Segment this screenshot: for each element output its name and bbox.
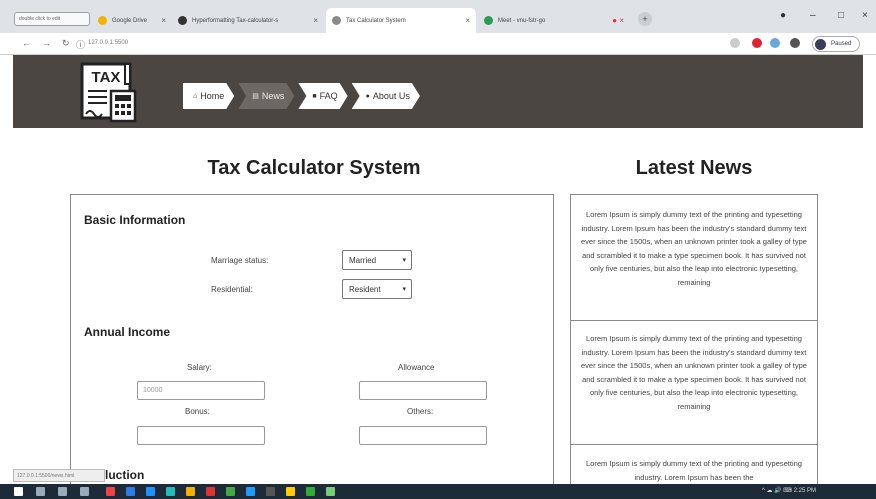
nav-home[interactable]: ⌂ Home <box>183 83 234 109</box>
app-icon[interactable] <box>266 487 275 496</box>
tab-search-box[interactable]: double click to edit <box>14 12 90 26</box>
chevron-down-icon: ▾ <box>402 257 406 264</box>
others-input[interactable] <box>359 426 487 445</box>
app-icon[interactable] <box>126 487 135 496</box>
deduction-heading-partial: luction <box>105 468 145 482</box>
tab-label: Meet - vnu-fstr-go <box>498 17 546 24</box>
new-tab-button[interactable]: + <box>638 12 652 26</box>
nav-label: About Us <box>372 91 410 101</box>
residential-label: Residential: <box>211 285 253 294</box>
basic-info-heading: Basic Information <box>84 213 186 227</box>
breadcrumb-nav: ⌂ Home ▤ News ■ FAQ ● About Us <box>183 83 424 109</box>
chrome-icon[interactable] <box>286 487 295 496</box>
globe-icon <box>332 16 341 25</box>
news-title: Latest News <box>635 157 753 179</box>
bonus-input[interactable] <box>137 426 265 445</box>
app-icon[interactable] <box>206 487 215 496</box>
drive-icon <box>98 16 107 25</box>
file-explorer-icon[interactable] <box>186 487 195 496</box>
browser-tab-strip: double click to edit Google Drive × Hype… <box>0 0 876 33</box>
chevron-down-icon: ▾ <box>402 286 406 293</box>
residential-select[interactable]: Resident ▾ <box>342 279 412 299</box>
others-label: Others: <box>407 407 434 416</box>
bonus-label: Bonus: <box>185 407 210 416</box>
app-icon[interactable] <box>166 487 175 496</box>
home-icon: ⌂ <box>193 92 198 100</box>
page-title: Tax Calculator System <box>207 157 421 179</box>
marriage-status-select[interactable]: Married ▾ <box>342 250 412 270</box>
tab-github[interactable]: Hyperformatting Tax-calculator-s × <box>172 8 324 33</box>
salary-input[interactable]: 10000 <box>137 381 265 400</box>
app-icon[interactable] <box>306 487 315 496</box>
windows-taskbar: ^ ☁ 🔊 ⌨ 2:25 PM <box>0 484 876 499</box>
news-icon: ▤ <box>252 93 259 100</box>
clock: 2:25 PM <box>793 488 816 494</box>
nav-label: FAQ <box>319 91 338 101</box>
system-tray[interactable]: ^ ☁ 🔊 ⌨ 2:25 PM <box>762 487 816 494</box>
news-item[interactable]: Lorem Ipsum is simply dummy text of the … <box>571 457 817 484</box>
tab-label: Google Drive <box>112 17 148 24</box>
tab-meet[interactable]: Meet - vnu-fstr-go ● × <box>478 8 630 33</box>
svg-text:TAX: TAX <box>92 69 121 86</box>
maximize-button[interactable]: □ <box>838 10 844 21</box>
media-icon[interactable]: ● <box>780 10 786 21</box>
faq-icon: ■ <box>312 92 317 100</box>
user-icon: ● <box>365 92 370 100</box>
forward-icon[interactable]: → <box>42 38 51 48</box>
nav-label: News <box>261 91 285 101</box>
search-icon[interactable] <box>36 487 45 496</box>
news-panel: Lorem Ipsum is simply dummy text of the … <box>570 194 818 484</box>
window-close-button[interactable]: × <box>862 10 868 21</box>
github-icon <box>178 16 187 25</box>
avatar <box>815 39 826 50</box>
tax-form-panel: Basic Information Marriage status: Marri… <box>70 194 554 484</box>
allowance-input[interactable] <box>359 381 487 400</box>
app-icon[interactable] <box>226 487 235 496</box>
profile-label: Paused <box>831 41 852 47</box>
select-value: Resident <box>349 285 381 294</box>
vscode-icon[interactable] <box>246 487 255 496</box>
select-value: Married <box>349 256 377 265</box>
news-item[interactable]: Lorem Ipsum is simply dummy text of the … <box>571 332 817 445</box>
task-view-icon[interactable] <box>80 487 89 496</box>
marriage-status-label: Marriage status: <box>211 256 269 265</box>
site-header: TAX ⌂ Home ▤ News ■ FAQ ● About Us <box>13 55 863 128</box>
close-icon[interactable]: × <box>161 16 166 25</box>
tab-google-drive[interactable]: Google Drive × <box>92 8 172 33</box>
address-bar[interactable]: 127.0.0.1:5500 <box>84 37 724 51</box>
close-icon[interactable]: × <box>465 16 470 25</box>
nav-faq[interactable]: ■ FAQ <box>298 83 347 109</box>
cortana-icon[interactable] <box>58 487 67 496</box>
tab-label: Tax Calculator System <box>346 17 406 24</box>
zoom-icon[interactable] <box>730 38 740 48</box>
annual-income-heading: Annual Income <box>84 325 171 339</box>
news-item[interactable]: Lorem Ipsum is simply dummy text of the … <box>571 208 817 321</box>
nav-news[interactable]: ▤ News <box>238 83 294 109</box>
close-icon[interactable]: ● × <box>612 16 624 25</box>
salary-label: Salary: <box>187 363 212 372</box>
close-icon[interactable]: × <box>313 16 318 25</box>
opera-extension-icon[interactable] <box>752 38 762 48</box>
minimize-button[interactable]: – <box>810 10 816 21</box>
nav-label: Home <box>200 91 225 101</box>
tab-tax-calculator[interactable]: Tax Calculator System × <box>326 8 476 33</box>
profile-button[interactable]: Paused <box>812 36 860 52</box>
meet-icon <box>484 16 493 25</box>
nav-about-us[interactable]: ● About Us <box>352 83 420 109</box>
app-icon[interactable] <box>326 487 335 496</box>
address-toolbar: ← → ↻ ⓘ 127.0.0.1:5500 Paused <box>0 33 876 55</box>
allowance-label: Allowance <box>398 363 435 372</box>
windows-start-icon[interactable] <box>14 487 23 496</box>
extension-icon[interactable] <box>770 38 780 48</box>
tax-logo: TAX <box>80 62 137 123</box>
app-icon[interactable] <box>106 487 115 496</box>
puzzle-icon[interactable] <box>790 38 800 48</box>
status-url-tooltip: 127.0.0.1:5500/news.html <box>13 469 105 482</box>
app-icon[interactable] <box>146 487 155 496</box>
reload-icon[interactable]: ↻ <box>62 38 70 49</box>
back-icon[interactable]: ← <box>22 38 31 48</box>
tab-label: Hyperformatting Tax-calculator-s <box>192 17 279 24</box>
